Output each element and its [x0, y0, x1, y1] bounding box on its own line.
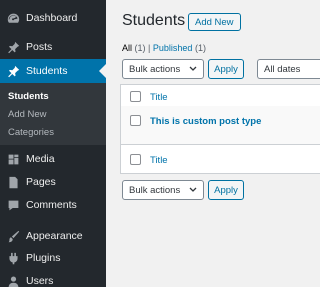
menu-item-users[interactable]: Users: [0, 269, 106, 287]
menu-label: Users: [26, 275, 54, 287]
bulk-actions-value: Bulk actions: [129, 63, 181, 75]
menu-item-media[interactable]: Media: [0, 147, 106, 171]
menu-label: Plugins: [26, 252, 61, 264]
submenu-students[interactable]: Students: [8, 91, 49, 102]
admin-sidebar: Dashboard Posts Students Students Add Ne…: [0, 0, 106, 287]
comment-icon: [6, 198, 20, 212]
row-checkbox[interactable]: [130, 115, 141, 126]
select-all-checkbox-footer[interactable]: [130, 154, 141, 165]
menu-item-dashboard[interactable]: Dashboard: [0, 6, 106, 30]
plug-icon: [6, 251, 20, 265]
dashboard-icon: [6, 11, 20, 25]
bulk-actions-select-bottom[interactable]: Bulk actions: [122, 180, 204, 200]
status-filter-links: All (1) | Published (1): [122, 43, 206, 53]
menu-item-plugins[interactable]: Plugins: [0, 246, 106, 270]
post-title-link[interactable]: This is custom post type: [150, 116, 261, 127]
menu-label: Posts: [26, 41, 53, 53]
chevron-down-icon: [189, 187, 197, 192]
media-icon: [6, 152, 20, 166]
menu-item-comments[interactable]: Comments: [0, 193, 106, 217]
posts-table: Title This is custom post type Title: [120, 84, 320, 174]
main-content: Students Add New All (1) | Published (1)…: [106, 0, 320, 287]
submenu-add-new[interactable]: Add New: [8, 109, 47, 120]
menu-item-appearance[interactable]: Appearance: [0, 224, 106, 248]
chevron-down-icon: [189, 66, 197, 71]
brush-icon: [6, 229, 20, 243]
menu-label: Dashboard: [26, 12, 78, 24]
bulk-actions-value: Bulk actions: [129, 184, 181, 196]
filter-all-count: (1): [134, 43, 146, 53]
menu-label: Media: [26, 153, 55, 165]
pin-icon: [6, 64, 20, 78]
apply-button-top[interactable]: Apply: [208, 59, 244, 79]
divider: [121, 144, 320, 145]
menu-item-pages[interactable]: Pages: [0, 170, 106, 194]
bulk-actions-select-top[interactable]: Bulk actions: [122, 59, 204, 79]
apply-button-bottom[interactable]: Apply: [208, 180, 244, 200]
select-all-checkbox[interactable]: [130, 91, 141, 102]
filter-all-link[interactable]: All: [122, 43, 132, 53]
add-new-button[interactable]: Add New: [188, 13, 241, 31]
page-title: Students: [122, 12, 186, 29]
column-footer-title[interactable]: Title: [150, 155, 168, 166]
page-icon: [6, 175, 20, 189]
dates-filter-value: All dates: [264, 63, 301, 75]
dates-filter-select[interactable]: All dates: [257, 59, 320, 79]
students-submenu: Students Add New Categories: [0, 83, 106, 145]
menu-label: Appearance: [26, 230, 83, 242]
user-icon: [6, 274, 20, 287]
menu-item-students[interactable]: Students: [0, 59, 106, 83]
table-row: This is custom post type: [121, 106, 320, 144]
active-arrow: [99, 64, 106, 78]
menu-label: Pages: [26, 176, 56, 188]
pin-icon: [6, 40, 20, 54]
menu-label: Students: [26, 65, 68, 77]
submenu-categories[interactable]: Categories: [8, 127, 54, 138]
filter-separator: |: [148, 43, 151, 53]
column-header-title[interactable]: Title: [150, 92, 168, 103]
filter-published-count: (1): [194, 43, 206, 53]
filter-published-link[interactable]: Published: [153, 43, 193, 53]
menu-label: Comments: [26, 199, 77, 211]
menu-item-posts[interactable]: Posts: [0, 35, 106, 59]
